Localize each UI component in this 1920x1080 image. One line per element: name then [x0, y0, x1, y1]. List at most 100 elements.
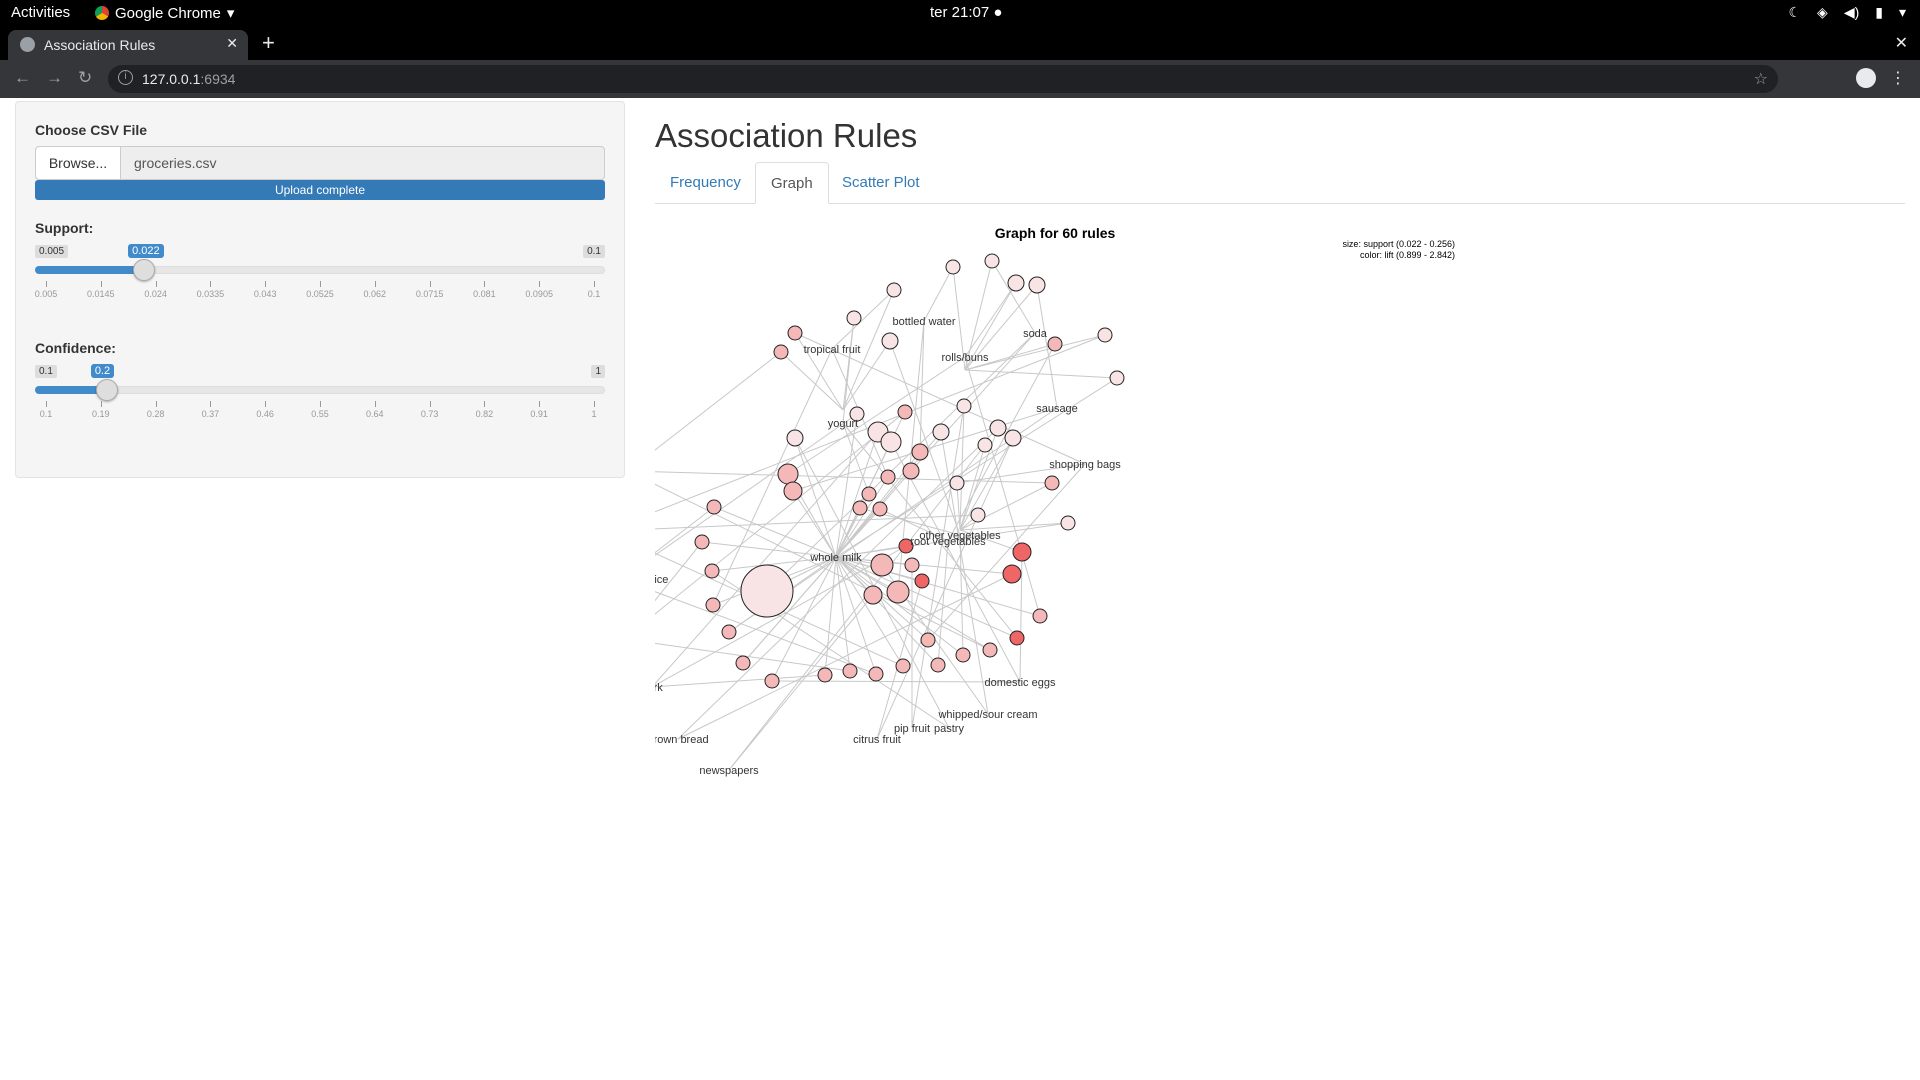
clock[interactable]: ter 21:07 ● — [930, 4, 1002, 21]
item-label: domestic eggs — [985, 677, 1056, 689]
slider-tick — [265, 281, 267, 287]
close-icon[interactable]: ✕ — [226, 35, 238, 52]
item-label: rolls/buns — [941, 352, 989, 364]
confidence-slider[interactable]: 0.1 1 0.2 0.1 0.19 0.28 0.37 0.46 0.55 0.64 0.7… — [35, 364, 605, 425]
item-label: shopping bags — [1049, 459, 1121, 471]
tab-bar: Frequency Graph Scatter Plot — [655, 162, 1905, 204]
chrome-icon — [95, 6, 109, 20]
globe-icon — [20, 37, 35, 52]
file-input-label: Choose CSV File — [35, 122, 148, 138]
rule-node — [881, 332, 899, 350]
chevron-down-icon: ▾ — [226, 5, 235, 22]
slider-tick-label: 0.0335 — [196, 289, 225, 299]
slider-tick — [210, 401, 212, 407]
slider-min-label: 0.1 — [35, 365, 57, 378]
slider-tick — [155, 401, 157, 407]
rule-node — [1002, 564, 1022, 584]
graph-edge — [923, 266, 954, 322]
item-label: brown bread — [655, 734, 709, 746]
rule-node — [777, 463, 799, 485]
rule-node — [932, 423, 950, 441]
rule-node — [880, 431, 902, 453]
slider-tick-label: 0.1 — [39, 409, 53, 419]
slider-tick — [374, 401, 376, 407]
new-tab-button[interactable]: + — [262, 30, 275, 56]
rule-node — [764, 673, 780, 689]
slider-max-label: 1 — [591, 365, 605, 378]
rule-node — [787, 325, 803, 341]
forward-arrow-icon[interactable]: → — [46, 68, 63, 88]
rule-node — [783, 481, 803, 501]
item-label: citrus fruit — [853, 734, 901, 746]
rule-node — [1028, 276, 1046, 294]
slider-tick — [429, 401, 431, 407]
browser-tab[interactable]: Association Rules ✕ — [8, 30, 248, 60]
item-label: sausage — [1036, 403, 1078, 415]
slider-value-badge: 0.022 — [128, 244, 164, 258]
slider-tick — [155, 281, 157, 287]
graph-edge — [964, 369, 1118, 379]
rule-node — [1009, 630, 1025, 646]
browser-tab-title: Association Rules — [44, 37, 156, 53]
item-label: pastry — [934, 723, 964, 735]
system-tray[interactable]: ☾ ◈ ◀) ▮ ▾ — [1788, 4, 1906, 21]
browse-button[interactable]: Browse... — [36, 147, 121, 179]
system-top-bar: Activities Google Chrome ▾ ter 21:07 ● ☾… — [0, 0, 1920, 26]
rule-node — [1047, 336, 1063, 352]
slider-tick — [539, 401, 541, 407]
rule-node — [861, 486, 877, 502]
slider-tick-label: 0.005 — [34, 289, 58, 299]
rule-node — [1109, 370, 1125, 386]
slider-tick — [594, 281, 595, 287]
rule-node — [911, 443, 929, 461]
tab-scatter-plot[interactable]: Scatter Plot — [827, 162, 935, 204]
rule-node — [773, 344, 789, 360]
slider-tick-label: 0.0905 — [525, 289, 553, 299]
slider-handle[interactable] — [133, 259, 156, 281]
app-menu-label: Google Chrome — [115, 4, 221, 22]
activities-button[interactable]: Activities — [11, 4, 70, 21]
confidence-label: Confidence: — [35, 340, 116, 356]
slider-tick — [46, 281, 47, 287]
slider-tick — [374, 281, 376, 287]
reload-icon[interactable]: ↻ — [78, 68, 92, 88]
window-close-icon[interactable]: ✕ — [1895, 33, 1908, 53]
info-icon[interactable]: i — [118, 70, 133, 85]
rule-node — [977, 437, 993, 453]
rule-node — [949, 475, 965, 491]
slider-handle[interactable] — [95, 379, 118, 401]
support-slider[interactable]: 0.005 0.1 0.022 0.005 0.0145 0.024 0.0335 0.… — [34, 244, 605, 305]
slider-tick-label: 0.91 — [530, 409, 548, 419]
rule-node — [863, 585, 883, 605]
more-menu-icon[interactable]: ⋮ — [1890, 68, 1906, 88]
rule-node — [984, 253, 1000, 269]
slider-track[interactable] — [35, 386, 605, 394]
graph-edge — [713, 506, 837, 558]
app-menu[interactable]: Google Chrome ▾ — [95, 4, 234, 22]
back-arrow-icon[interactable]: ← — [14, 68, 31, 88]
rule-node — [868, 666, 884, 682]
rule-node — [786, 429, 804, 447]
association-rules-graph: Graph for 60 rules size: support (0.022 … — [655, 225, 1455, 777]
slider-tick-label: 0.081 — [473, 289, 496, 299]
slider-tick — [210, 281, 212, 287]
slider-min-label: 0.005 — [35, 245, 69, 258]
graph-edge — [991, 260, 1036, 334]
slider-tick — [320, 281, 321, 287]
slider-tick-label: 0.19 — [92, 409, 110, 419]
rule-node — [1097, 327, 1113, 343]
tab-graph[interactable]: Graph — [755, 162, 829, 204]
volume-icon: ◀) — [1843, 4, 1860, 20]
profile-avatar-icon[interactable] — [1856, 68, 1876, 88]
rule-node — [982, 642, 998, 658]
rule-node — [886, 282, 902, 298]
bookmark-star-icon[interactable]: ☆ — [1754, 69, 1768, 89]
slider-tick — [539, 281, 541, 287]
rule-node — [970, 507, 986, 523]
rule-node — [870, 553, 894, 577]
graph-legend-color: color: lift (0.899 - 2.842) — [1360, 250, 1455, 260]
slider-tick-label: 0.062 — [363, 289, 387, 299]
address-bar[interactable]: i 127.0.0.1:6934 ☆ — [108, 65, 1778, 93]
file-input[interactable]: Browse... groceries.csv — [35, 146, 605, 180]
tab-frequency[interactable]: Frequency — [655, 162, 756, 204]
